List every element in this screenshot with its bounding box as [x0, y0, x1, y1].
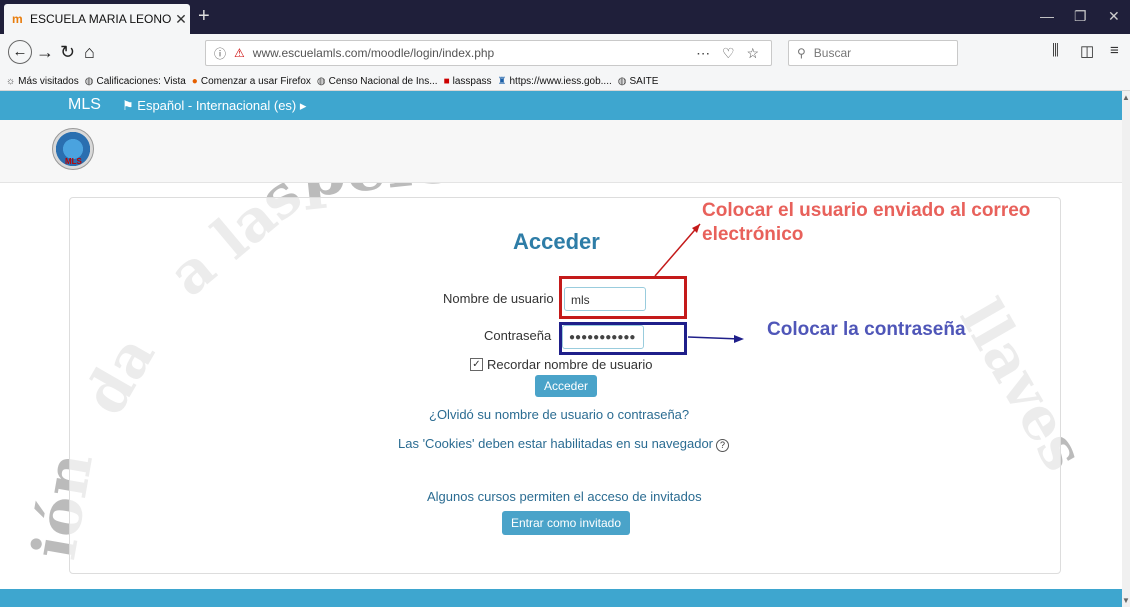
insecure-lock-icon[interactable]: ⚠ — [234, 46, 245, 60]
gear-icon: ☼ — [6, 75, 16, 87]
bookmark-item[interactable]: ☼ Más visitados — [6, 76, 79, 87]
password-arrowhead — [734, 335, 744, 343]
moodle-favicon-icon: m — [12, 12, 23, 26]
menu-icon[interactable]: ≡ — [1110, 42, 1119, 59]
iess-icon: ♜ — [497, 75, 507, 87]
password-annotation: Colocar la contraseña — [767, 319, 966, 340]
lastpass-icon: ■ — [443, 75, 450, 87]
page-scrollbar[interactable]: ▲ ▼ — [1122, 91, 1130, 607]
browser-tab[interactable]: m ESCUELA MARIA LEONOR SAL ✕ — [4, 4, 190, 34]
library-icon[interactable]: ⫼ — [1052, 42, 1059, 59]
bookmark-item[interactable]: ● Comenzar a usar Firefox — [192, 76, 311, 87]
reload-icon[interactable]: ↻ — [60, 42, 75, 62]
annotation-arrows — [654, 223, 744, 343]
page-actions-icon[interactable]: ⋯ ♡ ☆ — [696, 45, 763, 62]
restore-icon[interactable]: ❐ — [1074, 8, 1087, 25]
firefox-icon: ● — [191, 75, 198, 87]
globe-icon: ◍ — [84, 75, 94, 87]
scroll-up-icon[interactable]: ▲ — [1122, 93, 1130, 102]
bookmarks-toolbar: ☼ Más visitados ◍ Calificaciones: Vista ● C… — [0, 72, 1130, 91]
scroll-down-icon[interactable]: ▼ — [1122, 596, 1130, 605]
bookmark-item[interactable]: ◍ Censo Nacional de Ins... — [317, 76, 438, 87]
new-tab-icon[interactable]: + — [198, 6, 210, 26]
bookmark-item[interactable]: ◍ SAITE — [618, 76, 659, 87]
footer-band — [0, 589, 1122, 607]
sidebar-icon[interactable]: ◫ — [1080, 42, 1094, 60]
close-window-icon[interactable]: ✕ — [1108, 8, 1120, 25]
search-icon: ⚲ — [797, 46, 806, 60]
home-icon[interactable]: ⌂ — [84, 42, 95, 62]
browser-titlebar: m ESCUELA MARIA LEONOR SAL ✕ + — ❐ ✕ — [0, 0, 1130, 34]
globe-icon: ◍ — [617, 75, 627, 87]
password-arrow — [687, 336, 741, 340]
url-bar[interactable]: ⓘ ⚠ www.escuelamls.com/moodle/login/inde… — [205, 40, 772, 66]
back-icon[interactable]: ← — [8, 40, 32, 64]
bookmark-item[interactable]: ◍ Calificaciones: Vista — [85, 76, 186, 87]
page-viewport: personas a las da ión llaves MLS ⚑ Españ… — [0, 91, 1122, 607]
url-text[interactable]: www.escuelamls.com/moodle/login/index.ph… — [253, 46, 494, 60]
globe-icon: ◍ — [316, 75, 326, 87]
tab-title: ESCUELA MARIA LEONOR SAL — [30, 12, 172, 26]
minimize-icon[interactable]: — — [1040, 8, 1054, 24]
bookmark-item[interactable]: ■ lasspass — [444, 76, 492, 87]
username-annotation: Colocar el usuario enviado al correo ele… — [702, 200, 1031, 245]
close-tab-icon[interactable]: ✕ — [172, 11, 190, 28]
bookmark-item[interactable]: ♜ https://www.iess.gob.... — [498, 76, 612, 87]
username-arrow — [654, 223, 701, 277]
forward-icon[interactable]: → — [36, 42, 54, 62]
search-input[interactable]: ⚲ Buscar — [788, 40, 958, 66]
info-icon[interactable]: ⓘ — [214, 45, 226, 62]
search-placeholder: Buscar — [813, 46, 852, 60]
